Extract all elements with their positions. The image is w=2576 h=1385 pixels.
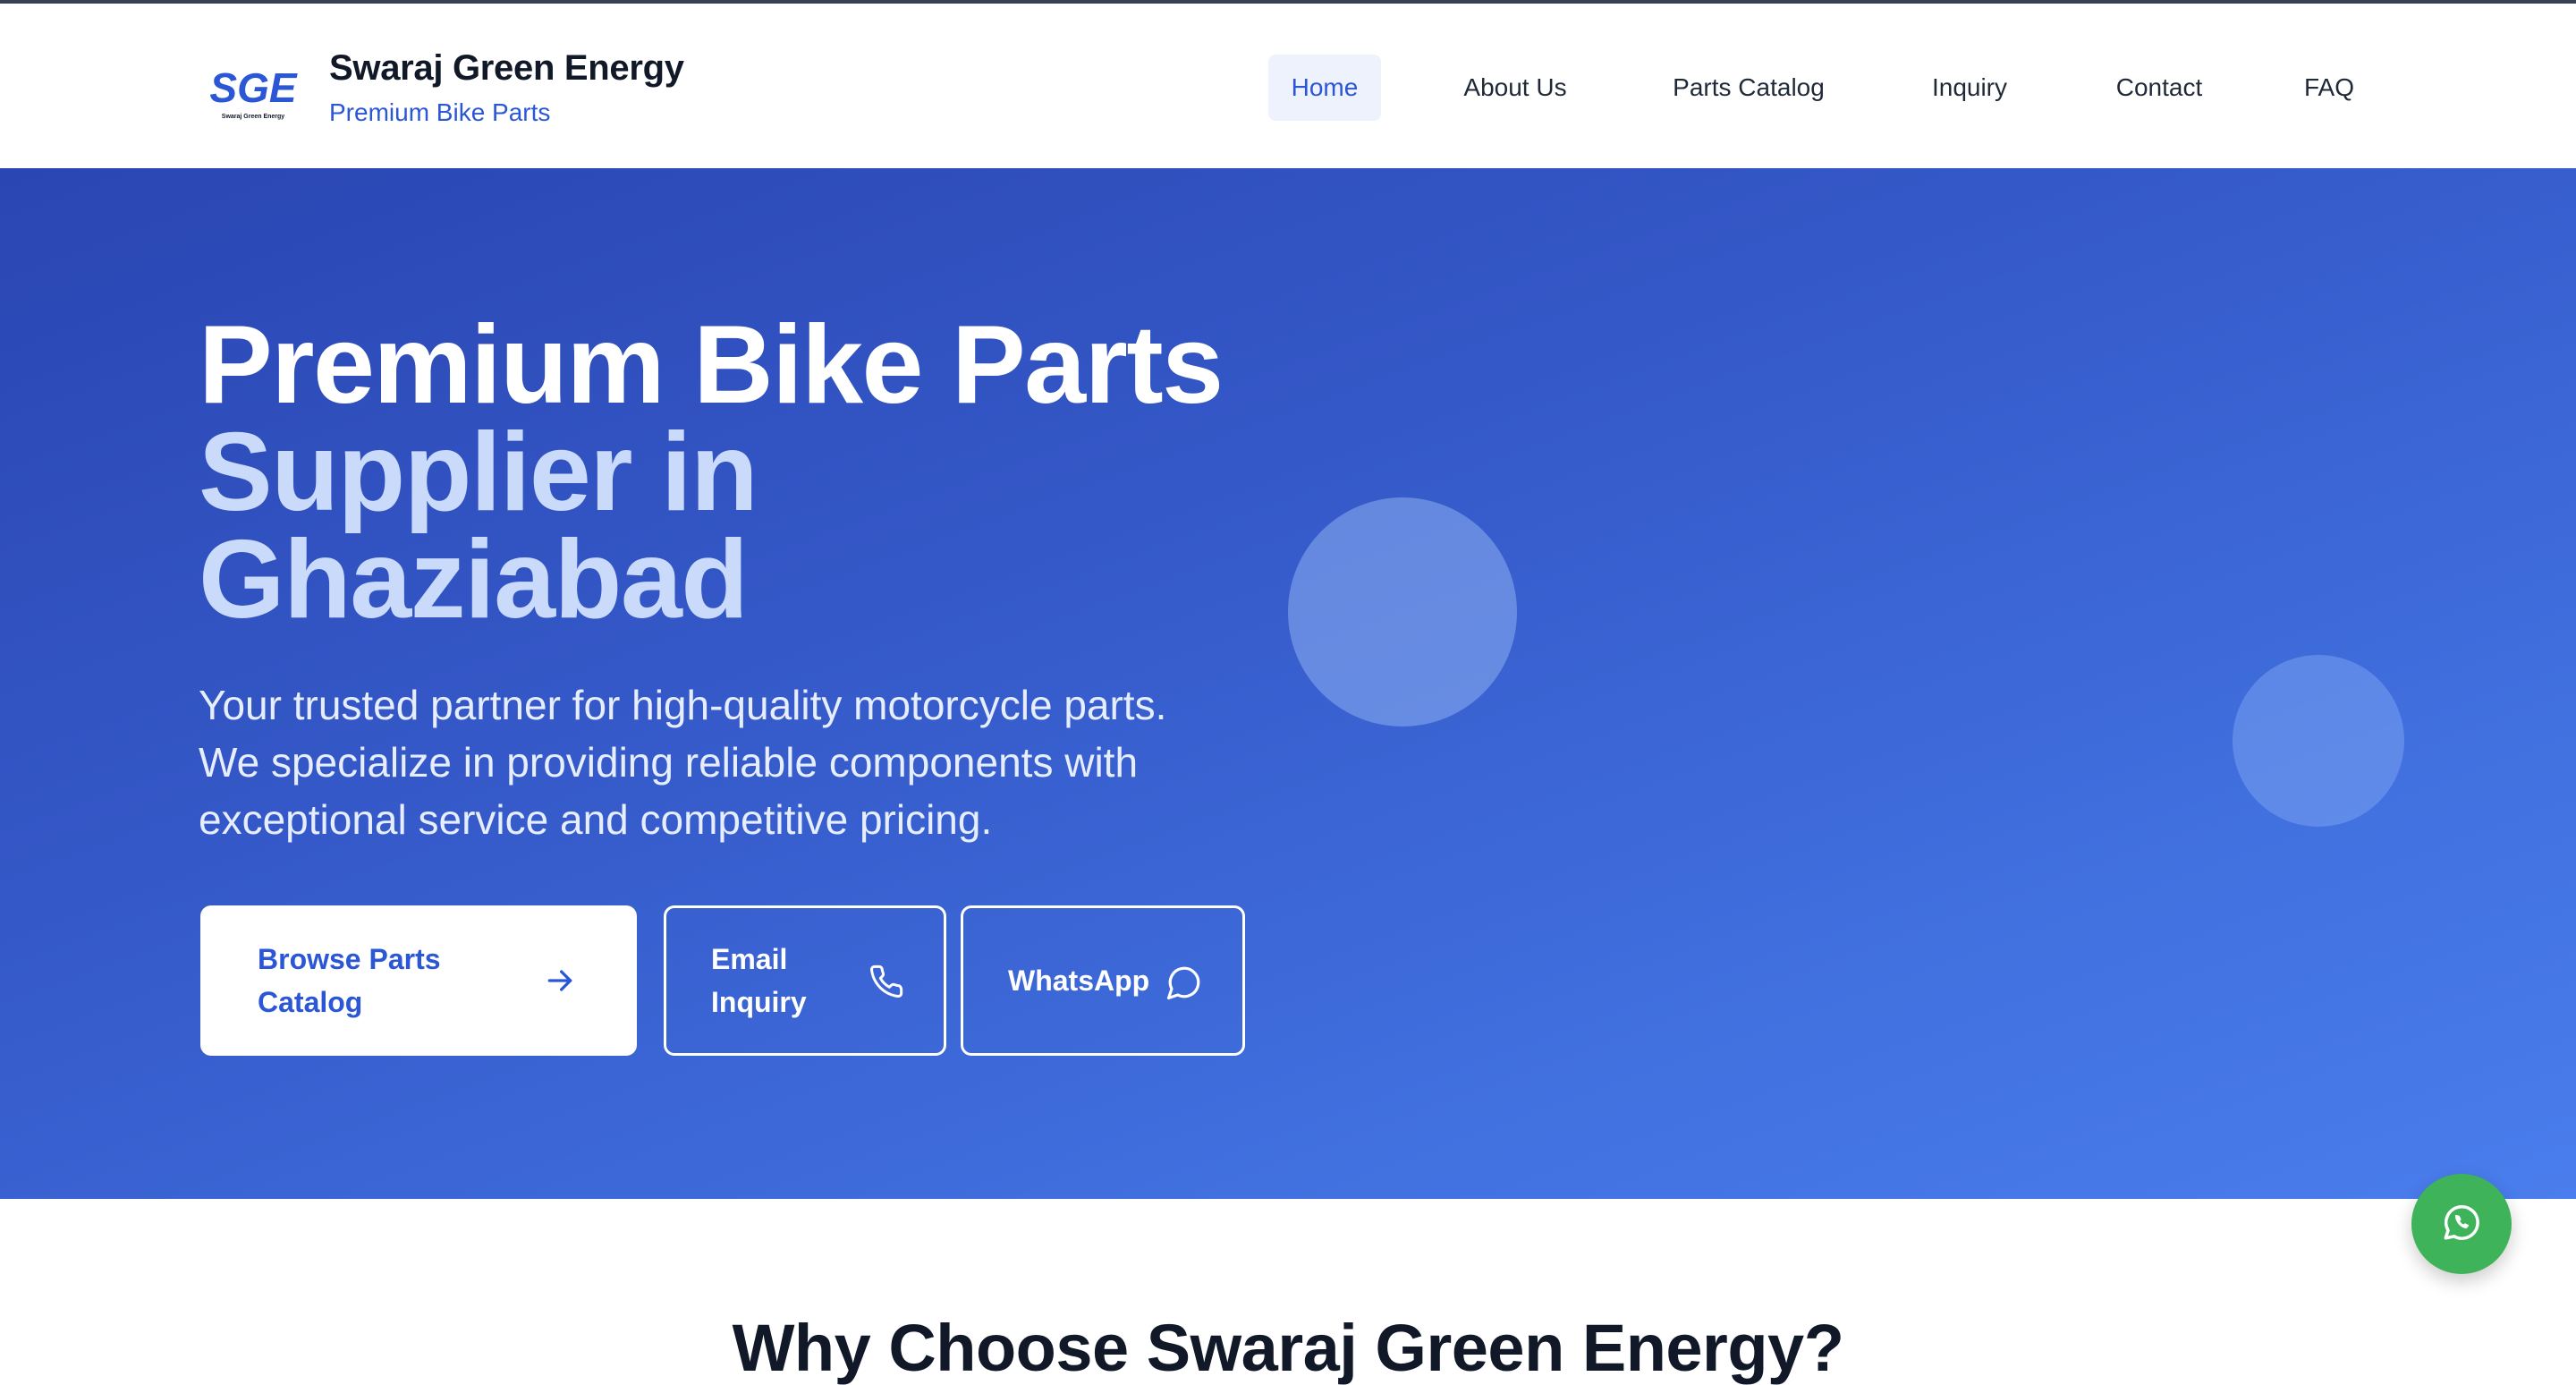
why-choose-heading: Why Choose Swaraj Green Energy?: [732, 1311, 1844, 1385]
brand-subtitle: Premium Bike Parts: [329, 98, 551, 126]
hero-title-line-3: Ghaziabad: [199, 518, 749, 642]
nav-home[interactable]: Home: [1268, 55, 1381, 121]
hero-title-line-1: Premium Bike Parts: [199, 303, 1224, 427]
nav-faq[interactable]: FAQ: [2293, 55, 2365, 121]
nav-contact[interactable]: Contact: [2097, 55, 2222, 121]
site-header: SGE Swaraj Green Energy Swaraj Green Ene…: [0, 4, 2576, 168]
whatsapp-icon: [2439, 1200, 2484, 1249]
whatsapp-label: WhatsApp: [1008, 964, 1150, 997]
brand-title[interactable]: Swaraj Green Energy: [329, 48, 684, 89]
nav-inquiry[interactable]: Inquiry: [1914, 55, 2025, 121]
hero-description: Your trusted partner for high-quality mo…: [199, 682, 1167, 843]
logo-caption: Swaraj Green Energy: [222, 114, 285, 120]
chat-bubble-icon: [1165, 964, 1203, 1008]
email-inquiry-label: Email Inquiry: [711, 943, 807, 1018]
nav-about-us[interactable]: About Us: [1447, 55, 1583, 121]
browse-catalog-button[interactable]: Browse Parts Catalog: [200, 905, 637, 1056]
whatsapp-button[interactable]: WhatsApp: [961, 905, 1245, 1056]
decorative-circle: [2233, 655, 2404, 827]
email-inquiry-button[interactable]: Email Inquiry: [664, 905, 946, 1056]
hero-title: Premium Bike Parts Supplier in Ghaziabad: [199, 303, 1361, 642]
arrow-right-icon: [542, 963, 578, 1006]
browse-catalog-label: Browse Parts Catalog: [258, 943, 441, 1018]
hero-section: Premium Bike Parts Supplier in Ghaziabad…: [0, 168, 2576, 1199]
whatsapp-float-button[interactable]: [2411, 1174, 2512, 1274]
logo-mark: SGE: [209, 66, 297, 111]
hero-title-line-2: Supplier in: [199, 411, 758, 534]
brand-logo[interactable]: SGE Swaraj Green Energy: [206, 66, 301, 122]
phone-icon: [869, 964, 904, 1007]
nav-parts-catalog[interactable]: Parts Catalog: [1655, 55, 1843, 121]
